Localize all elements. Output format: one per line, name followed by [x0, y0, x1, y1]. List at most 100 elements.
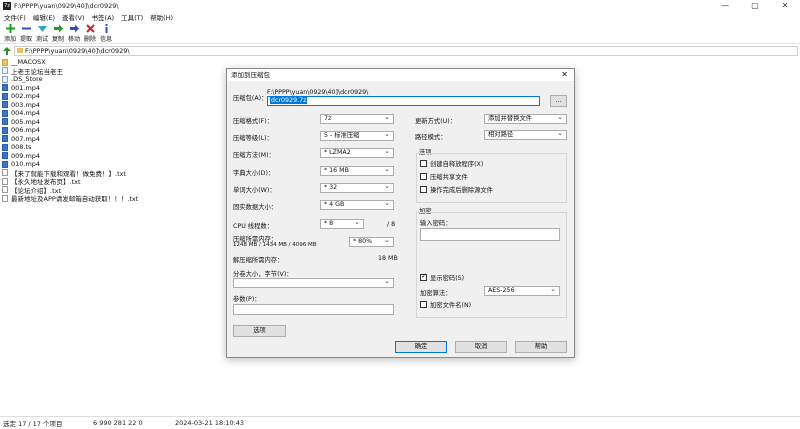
help-button[interactable]: 帮助	[515, 341, 567, 353]
split-select[interactable]	[233, 278, 394, 288]
video-file-icon	[2, 92, 8, 100]
solid-select[interactable]: * 4 GB	[320, 200, 394, 210]
menu-file[interactable]: 文件(F)	[4, 12, 26, 22]
file-row[interactable]: 001.mp4	[0, 84, 230, 93]
file-name: 最新地址及APP请发邮箱自动获取！！！.txt	[11, 195, 139, 204]
update-label: 更新方式(U)：	[415, 118, 457, 125]
dialog-title-text: 添加到压缩包	[231, 71, 270, 79]
info-button[interactable]: 信息	[98, 22, 114, 43]
move-button[interactable]: 移动	[66, 22, 82, 43]
show-password-checkbox[interactable]: 显示密码(S)	[420, 272, 464, 282]
sfx-checkbox[interactable]: 创建自释放程序(X)	[420, 159, 483, 168]
test-button[interactable]: 测试	[34, 22, 50, 43]
ok-button[interactable]: 确定	[395, 341, 447, 353]
file-name: 008.ts	[11, 143, 32, 152]
test-label: 测试	[35, 36, 48, 43]
video-file-icon	[2, 118, 8, 126]
file-row[interactable]: 003.mp4	[0, 101, 230, 110]
format-select[interactable]: 7z	[320, 114, 394, 124]
file-row[interactable]: 002.mp4	[0, 92, 230, 101]
file-row[interactable]: 007.mp4	[0, 135, 230, 144]
file-name: 006.mp4	[11, 126, 41, 135]
enc-method-select[interactable]: AES-256	[484, 286, 560, 296]
text-file-icon	[2, 177, 8, 185]
shared-checkbox[interactable]: 压缩共享文件	[420, 172, 468, 181]
address-text: F:\PPPP\yuan\0929\40]\dcr0929\	[25, 47, 130, 55]
archive-label: 压缩包(A)：	[233, 95, 268, 102]
text-file-icon	[2, 186, 8, 194]
browse-button[interactable]: ...	[550, 95, 567, 107]
mem-value: 1248 MB / 1434 MB / 4096 MB	[233, 242, 317, 248]
status-modified: 2024-03-21 18:10:43	[175, 419, 245, 427]
pathmode-select[interactable]: 相对路径	[484, 130, 567, 140]
dialog-title: 添加到压缩包 ✕	[227, 69, 574, 81]
file-row[interactable]: 上老王论坛当老王	[0, 67, 230, 76]
address-field[interactable]: F:\PPPP\yuan\0929\40]\dcr0929\	[14, 46, 798, 56]
file-icon	[2, 67, 8, 75]
delete-icon	[85, 24, 95, 33]
extract-button[interactable]: 提取	[18, 22, 34, 43]
title-bar: 7z F:\PPPP\yuan\0929\40]\dcr0929\ — ▢ ✕	[0, 0, 800, 12]
dict-select[interactable]: * 16 MB	[320, 166, 394, 176]
file-name: 002.mp4	[11, 92, 41, 101]
delete-source-checkbox-label: 操作完成后删除源文件	[430, 187, 493, 194]
add-button[interactable]: 添加	[2, 22, 18, 43]
enc-method-label: 加密算法：	[420, 290, 452, 297]
params-input[interactable]	[233, 304, 394, 315]
threads-label: CPU 线程数：	[233, 223, 273, 230]
menu-view[interactable]: 查看(V)	[62, 12, 85, 22]
toolbar: 添加 提取 测试 复制 移动 删除 信息	[0, 22, 800, 44]
text-file-icon	[2, 169, 8, 177]
options-button[interactable]: 选项	[233, 325, 286, 337]
show-password-checkbox-box	[420, 272, 427, 281]
folder-icon	[2, 58, 8, 66]
method-select[interactable]: * LZMA2	[320, 148, 394, 158]
update-select[interactable]: 添加并替换文件	[484, 114, 567, 124]
password-label: 输入密码：	[420, 220, 452, 227]
delete-button[interactable]: 删除	[82, 22, 98, 43]
word-select[interactable]: * 32	[320, 183, 394, 193]
file-row[interactable]: 005.mp4	[0, 118, 230, 127]
level-label: 压缩等级(L)：	[233, 135, 273, 142]
sfx-checkbox-box	[420, 160, 427, 167]
dialog-close-button[interactable]: ✕	[561, 69, 568, 81]
minimize-button[interactable]: —	[710, 0, 740, 12]
file-row[interactable]: 004.mp4	[0, 109, 230, 118]
extract-icon	[21, 24, 31, 33]
file-row[interactable]: .DS_Store	[0, 75, 230, 84]
file-name: .DS_Store	[11, 75, 43, 84]
threads-select[interactable]: * 8	[320, 219, 364, 229]
copy-button[interactable]: 复制	[50, 22, 66, 43]
archive-name-input[interactable]: dcr0929.7z	[267, 96, 540, 106]
window-title: F:\PPPP\yuan\0929\40]\dcr0929\	[14, 2, 119, 10]
close-button[interactable]: ✕	[770, 0, 800, 12]
restore-button[interactable]: ▢	[740, 0, 770, 12]
file-row[interactable]: 009.mp4	[0, 152, 230, 161]
params-label: 参数(P)：	[233, 296, 261, 303]
encrypt-names-checkbox[interactable]: 加密文件名(N)	[420, 300, 471, 309]
password-input[interactable]	[420, 228, 560, 241]
video-file-icon	[2, 152, 8, 160]
file-list: __MACOSX 上老王论坛当老王 .DS_Store 001.mp4 002.mp4 0…	[0, 58, 230, 203]
up-folder-button[interactable]	[2, 46, 12, 56]
encrypt-names-label: 加密文件名(N)	[430, 302, 472, 309]
file-row[interactable]: 006.mp4	[0, 126, 230, 135]
cancel-button[interactable]: 取消	[455, 341, 507, 353]
menu-bookmarks[interactable]: 书签(A)	[92, 12, 115, 22]
mem-percent-select[interactable]: * 80%	[349, 237, 394, 247]
word-label: 单词大小(W)：	[233, 187, 276, 194]
move-icon	[69, 24, 79, 33]
video-file-icon	[2, 109, 8, 117]
file-row[interactable]: 008.ts	[0, 143, 230, 152]
sfx-checkbox-label: 创建自释放程序(X)	[430, 161, 484, 168]
method-label: 压缩方法(M)：	[233, 152, 275, 159]
menu-tools[interactable]: 工具(T)	[121, 12, 143, 22]
delete-source-checkbox[interactable]: 操作完成后删除源文件	[420, 185, 493, 194]
info-label: 信息	[99, 36, 112, 43]
menu-bar: 文件(F) 编辑(E) 查看(V) 书签(A) 工具(T) 帮助(H)	[0, 12, 800, 22]
file-row[interactable]: 最新地址及APP请发邮箱自动获取！！！.txt	[0, 194, 230, 203]
level-select[interactable]: 5 - 标准压缩	[320, 131, 394, 141]
menu-help[interactable]: 帮助(H)	[150, 12, 173, 22]
copy-label: 复制	[51, 36, 64, 43]
menu-edit[interactable]: 编辑(E)	[33, 12, 55, 22]
